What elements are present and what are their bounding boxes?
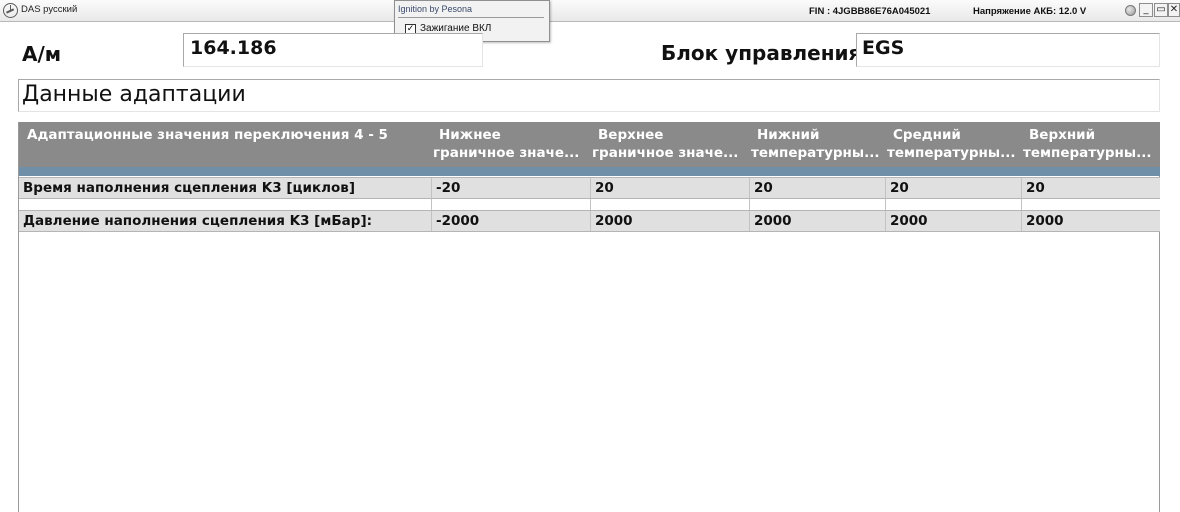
table-cell[interactable]: 2000 (591, 211, 750, 231)
table-cell[interactable]: 20 (750, 178, 886, 198)
mercedes-star-icon (3, 3, 18, 18)
row-spacer (19, 199, 1160, 210)
vehicle-field[interactable]: 164.186 (183, 33, 483, 67)
ignition-divider (398, 17, 544, 18)
spacer-cell (591, 199, 750, 210)
table-cell[interactable]: -2000 (432, 211, 591, 231)
maximize-button[interactable]: ▭ (1154, 3, 1168, 17)
table-cell[interactable]: 20 (1022, 178, 1160, 198)
fin-label: FIN : 4JGBB86E76A045021 (809, 6, 931, 17)
app-title: DAS русский (21, 4, 78, 15)
column-header-name[interactable]: Адаптационные значения переключения 4 - … (27, 126, 388, 144)
table-row[interactable]: Давление наполнения сцепления K3 [мБар]:… (19, 210, 1160, 232)
table-cell[interactable]: 20 (591, 178, 750, 198)
ignition-panel-title: Ignition by Pesona (398, 4, 473, 14)
table-cell: Время наполнения сцепления K3 [циклов] (19, 178, 432, 198)
minimize-button[interactable]: _ (1139, 3, 1153, 17)
spacer-cell (432, 199, 591, 210)
vehicle-value: 164.186 (190, 37, 277, 59)
spacer-cell (750, 199, 886, 210)
table-cell[interactable]: 20 (886, 178, 1022, 198)
control-unit-field[interactable]: EGS (856, 33, 1160, 67)
table-cell[interactable]: -20 (432, 178, 591, 198)
column-header-upper-limit[interactable]: Верхнее граничное значе... (592, 126, 738, 162)
table-cell[interactable]: 2000 (1022, 211, 1160, 231)
window-titlebar: DAS русский FIN : 4JGBB86E76A045021 Напр… (0, 0, 1180, 22)
column-header-lower-temp[interactable]: Нижний температурны... (751, 126, 879, 162)
battery-voltage-label: Напряжение АКБ: 12.0 V (973, 6, 1087, 17)
control-unit-value: EGS (862, 37, 905, 59)
column-header-mid-temp[interactable]: Средний температурны... (887, 126, 1015, 162)
table-cell[interactable]: 2000 (886, 211, 1022, 231)
close-button[interactable]: ✕ (1168, 3, 1180, 17)
header-separator-bar (19, 167, 1160, 176)
table-cell: Давление наполнения сцепления K3 [мБар]: (19, 211, 432, 231)
vehicle-label: А/м (22, 42, 62, 66)
column-header-lower-limit[interactable]: Нижнее граничное значе... (433, 126, 579, 162)
table-header: Адаптационные значения переключения 4 - … (19, 122, 1160, 167)
table-row[interactable]: Время наполнения сцепления K3 [циклов] -… (19, 177, 1160, 199)
column-header-upper-temp[interactable]: Верхний температурны... (1023, 126, 1151, 162)
section-title-box: Данные адаптации (18, 79, 1160, 112)
spacer-cell (19, 199, 432, 210)
section-title: Данные адаптации (22, 82, 246, 107)
status-indicator-icon (1125, 5, 1136, 16)
spacer-cell (886, 199, 1022, 210)
adaptation-table: Адаптационные значения переключения 4 - … (18, 122, 1160, 512)
control-unit-label: Блок управления (661, 41, 862, 65)
table-cell[interactable]: 2000 (750, 211, 886, 231)
